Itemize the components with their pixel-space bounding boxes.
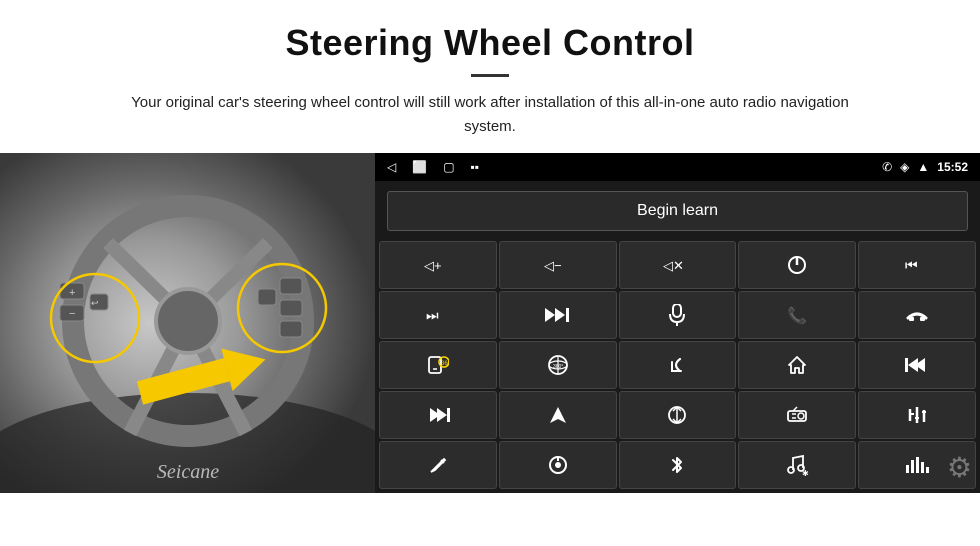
begin-learn-button[interactable]: Begin learn xyxy=(387,191,968,231)
steering-wheel-svg: + − ↩ Seican xyxy=(0,153,375,493)
svg-text:✱: ✱ xyxy=(802,469,809,476)
edit-button[interactable] xyxy=(379,441,497,489)
bluetooth-button[interactable] xyxy=(619,441,737,489)
fast-forward-button[interactable] xyxy=(499,291,617,339)
nav-button[interactable] xyxy=(499,391,617,439)
subtitle-text: Your original car's steering wheel contr… xyxy=(110,91,870,139)
page-wrapper: Steering Wheel Control Your original car… xyxy=(0,0,980,493)
media-status-icon: ▪▪ xyxy=(471,160,480,175)
status-right: ✆ ◈ ▲ 15:52 xyxy=(882,160,968,175)
begin-learn-row: Begin learn xyxy=(375,181,980,239)
status-time: 15:52 xyxy=(937,160,968,174)
signal-status-icon: ▲ xyxy=(917,160,929,175)
svg-text:◁−: ◁− xyxy=(544,258,562,273)
equalizer-button[interactable] xyxy=(858,391,976,439)
header-section: Steering Wheel Control Your original car… xyxy=(0,0,980,153)
home-nav-icon[interactable]: ⬜ xyxy=(412,160,427,175)
radio-button[interactable] xyxy=(738,391,856,439)
recent-nav-icon[interactable]: ▢ xyxy=(443,160,454,175)
vol-up-button[interactable]: ◁+ xyxy=(379,241,497,289)
settings-gear-button[interactable]: ⚙ xyxy=(947,451,972,485)
svg-text:◁✕: ◁✕ xyxy=(663,258,684,273)
svg-text:📞: 📞 xyxy=(787,305,807,325)
svg-text:−: − xyxy=(69,308,75,320)
wifi-status-icon: ◈ xyxy=(900,160,909,175)
knob-button[interactable] xyxy=(499,441,617,489)
svg-text:↩: ↩ xyxy=(91,298,99,308)
svg-text:360°: 360° xyxy=(553,364,563,370)
status-bar: ◁ ⬜ ▢ ▪▪ ✆ ◈ ▲ 15:52 xyxy=(375,153,980,181)
steering-image: + − ↩ Seican xyxy=(0,153,375,493)
music-button[interactable]: ✱ xyxy=(738,441,856,489)
power-button[interactable] xyxy=(738,241,856,289)
swap-button[interactable] xyxy=(619,391,737,439)
android-ui: ◁ ⬜ ▢ ▪▪ ✆ ◈ ▲ 15:52 Begin learn xyxy=(375,153,980,493)
prev-track-button[interactable]: ⏮ xyxy=(858,241,976,289)
title-divider xyxy=(471,74,509,77)
next-button[interactable]: ⏭ xyxy=(379,291,497,339)
skip-forward-button[interactable] xyxy=(379,391,497,439)
hang-up-button[interactable] xyxy=(858,291,976,339)
call-button[interactable]: 📞 xyxy=(738,291,856,339)
svg-text:360: 360 xyxy=(441,361,449,367)
vol-down-button[interactable]: ◁− xyxy=(499,241,617,289)
screen-button[interactable]: 360 xyxy=(379,341,497,389)
phone-status-icon: ✆ xyxy=(882,160,892,175)
svg-text:⏭: ⏭ xyxy=(426,307,439,323)
controls-grid: ◁+ ◁− ◁✕ ⏮ xyxy=(375,239,980,493)
svg-text:Seicane: Seicane xyxy=(157,461,219,483)
home-button[interactable] xyxy=(738,341,856,389)
status-left: ◁ ⬜ ▢ ▪▪ xyxy=(387,160,479,175)
back-button[interactable] xyxy=(619,341,737,389)
svg-text:+: + xyxy=(69,287,75,299)
svg-text:⏮: ⏮ xyxy=(905,257,918,273)
camera-360-button[interactable]: 360° xyxy=(499,341,617,389)
mute-button[interactable]: ◁✕ xyxy=(619,241,737,289)
svg-text:◁+: ◁+ xyxy=(424,258,442,273)
content-row: + − ↩ Seican xyxy=(0,153,980,493)
back-nav-icon[interactable]: ◁ xyxy=(387,160,396,175)
mic-button[interactable] xyxy=(619,291,737,339)
steering-background: + − ↩ Seican xyxy=(0,153,375,493)
skip-back-button[interactable] xyxy=(858,341,976,389)
page-title: Steering Wheel Control xyxy=(60,22,920,64)
